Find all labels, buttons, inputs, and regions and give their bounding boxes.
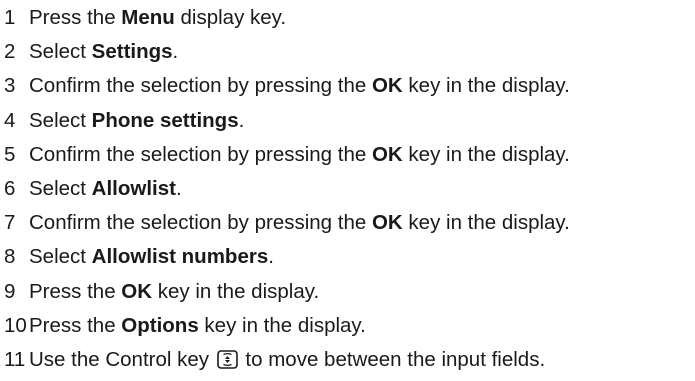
step-3: 3 Confirm the selection by pressing the … bbox=[4, 71, 570, 105]
step-text: Confirm the selection by pressing the OK… bbox=[29, 74, 570, 98]
control-key-icon bbox=[216, 348, 238, 378]
step-text: Select Allowlist numbers. bbox=[29, 245, 274, 269]
key-name: OK bbox=[121, 279, 153, 303]
step-text: Select Phone settings. bbox=[29, 108, 245, 132]
menu-item-name: Phone settings bbox=[91, 108, 239, 132]
step-text: Press the Menu display key. bbox=[29, 6, 287, 29]
step-number: 3 bbox=[4, 74, 16, 98]
menu-item-name: Allowlist numbers bbox=[91, 245, 269, 269]
step-2: 2 Select Settings. bbox=[4, 37, 570, 71]
menu-item-name: Settings bbox=[91, 40, 173, 64]
step-11: 11 Use the Control key to move between t… bbox=[4, 345, 570, 379]
step-9: 9 Press the OK key in the display. bbox=[4, 277, 570, 311]
menu-item-name: Allowlist bbox=[91, 176, 176, 200]
step-8: 8 Select Allowlist numbers. bbox=[4, 242, 570, 276]
step-text: Use the Control key to move between the … bbox=[29, 345, 545, 378]
step-4: 4 Select Phone settings. bbox=[4, 106, 570, 140]
key-name: OK bbox=[371, 74, 403, 98]
step-10: 10 Press the Options key in the display. bbox=[4, 311, 570, 345]
step-6: 6 Select Allowlist. bbox=[4, 174, 570, 208]
step-number: 4 bbox=[4, 108, 16, 132]
step-text: Confirm the selection by pressing the OK… bbox=[29, 142, 570, 166]
key-name: Options bbox=[121, 313, 199, 337]
key-name: OK bbox=[371, 142, 403, 166]
step-text: Confirm the selection by pressing the OK… bbox=[29, 211, 570, 235]
instruction-steps: 1 Press the Menu display key. 2 Select S… bbox=[4, 3, 570, 379]
step-number: 1 bbox=[4, 6, 16, 29]
step-text: Press the OK key in the display. bbox=[29, 279, 320, 303]
step-5: 5 Confirm the selection by pressing the … bbox=[4, 140, 570, 174]
step-number: 6 bbox=[4, 176, 16, 200]
step-1: 1 Press the Menu display key. bbox=[4, 3, 570, 37]
key-name: Menu bbox=[121, 6, 175, 29]
step-number: 9 bbox=[4, 279, 16, 303]
step-number: 11 bbox=[4, 347, 26, 371]
step-text: Select Settings. bbox=[29, 40, 179, 64]
step-number: 5 bbox=[4, 142, 16, 166]
step-number: 10 bbox=[4, 313, 27, 337]
step-7: 7 Confirm the selection by pressing the … bbox=[4, 208, 570, 242]
step-text: Select Allowlist. bbox=[29, 176, 182, 200]
step-text: Press the Options key in the display. bbox=[29, 313, 366, 337]
step-number: 8 bbox=[4, 245, 16, 269]
step-number: 2 bbox=[4, 40, 16, 64]
step-number: 7 bbox=[4, 211, 16, 235]
key-name: OK bbox=[371, 211, 403, 235]
